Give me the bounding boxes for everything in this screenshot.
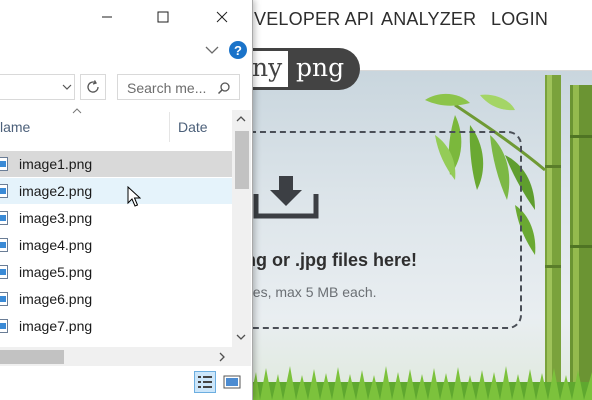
- address-dropdown[interactable]: [58, 74, 76, 100]
- refresh-button[interactable]: [80, 74, 106, 100]
- nav-developer-api[interactable]: VELOPER API: [254, 9, 374, 30]
- minimize-button[interactable]: [84, 0, 130, 34]
- scroll-up-icon[interactable]: [234, 112, 248, 126]
- sort-ascending-icon: [72, 108, 82, 114]
- image-file-icon: [0, 184, 8, 198]
- file-name: image4.png: [19, 237, 93, 253]
- column-name-header[interactable]: lame: [0, 119, 30, 135]
- file-row[interactable]: image6.png: [0, 286, 232, 312]
- nav-analyzer[interactable]: ANALYZER: [381, 9, 476, 30]
- large-icons-view-icon[interactable]: [222, 372, 242, 392]
- image-file-icon: [0, 319, 8, 333]
- refresh-icon: [87, 80, 99, 93]
- file-row[interactable]: image3.png: [0, 205, 232, 231]
- logo-text-left: ny: [252, 53, 283, 82]
- horizontal-scroll-thumb[interactable]: [0, 350, 64, 364]
- chevron-down-icon: [62, 84, 72, 90]
- upload-icon: [253, 176, 319, 219]
- file-row[interactable]: image4.png: [0, 232, 232, 258]
- minimize-icon: [102, 16, 112, 18]
- image-file-icon: [0, 157, 8, 171]
- column-date-header[interactable]: Date: [178, 119, 208, 135]
- image-file-icon: [0, 292, 8, 306]
- file-name: image6.png: [19, 291, 93, 307]
- file-row[interactable]: image5.png: [0, 259, 232, 285]
- mouse-cursor-icon: [127, 186, 141, 207]
- vertical-scroll-thumb[interactable]: [235, 131, 249, 189]
- file-list: image1.png image2.png image3.png image4.…: [0, 151, 232, 346]
- scroll-right-icon[interactable]: [215, 350, 229, 364]
- file-row[interactable]: [0, 340, 232, 346]
- details-view-button[interactable]: [194, 371, 216, 393]
- file-row[interactable]: image2.png: [0, 178, 232, 204]
- details-view-icon: [198, 376, 212, 388]
- file-name: image1.png: [19, 156, 93, 172]
- search-box[interactable]: Search me...: [117, 74, 240, 100]
- drop-title: ng or .jpg files here!: [245, 250, 418, 270]
- file-name: image5.png: [19, 264, 93, 280]
- grass-illustration: [250, 366, 592, 400]
- maximize-icon: [157, 11, 169, 23]
- file-row[interactable]: image1.png: [0, 151, 232, 177]
- close-button[interactable]: [199, 0, 245, 34]
- drop-subtitle: ges, max 5 MB each.: [245, 284, 377, 300]
- column-divider[interactable]: [169, 112, 170, 142]
- maximize-button[interactable]: [140, 0, 186, 34]
- expand-ribbon-icon[interactable]: [203, 41, 221, 59]
- scrollbar-corner: [232, 347, 251, 366]
- file-name: image3.png: [19, 210, 93, 226]
- file-name: image2.png: [19, 183, 93, 199]
- scroll-down-icon[interactable]: [234, 330, 248, 344]
- image-file-icon: [0, 211, 8, 225]
- logo-text-right: png: [296, 53, 345, 82]
- help-button[interactable]: ?: [229, 41, 247, 59]
- close-icon: [216, 11, 228, 23]
- image-file-icon: [0, 265, 8, 279]
- image-file-icon: [0, 238, 8, 252]
- search-icon: [217, 82, 230, 95]
- search-input[interactable]: Search me...: [127, 80, 206, 96]
- column-header-row: lame Date: [0, 108, 232, 144]
- file-row[interactable]: image7.png: [0, 313, 232, 339]
- nav-login[interactable]: LOGIN: [491, 9, 548, 30]
- file-name: image7.png: [19, 318, 93, 334]
